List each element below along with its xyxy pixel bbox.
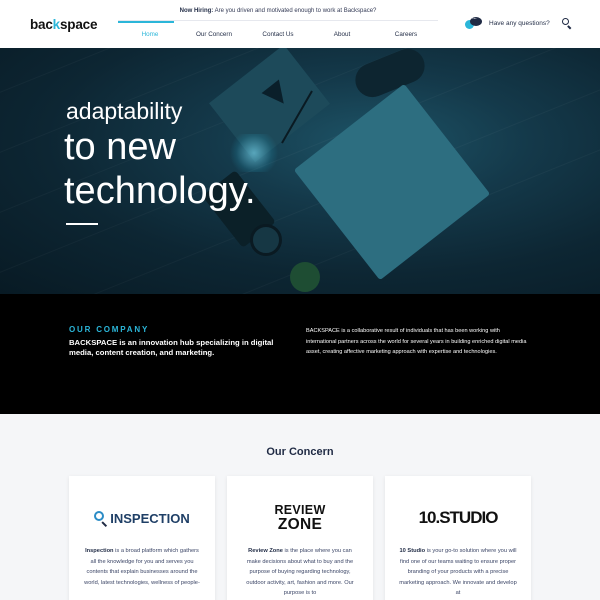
- have-questions-link[interactable]: Have any questions?: [465, 14, 550, 30]
- our-company-section: OUR COMPANY BACKSPACE is an innovation h…: [0, 294, 600, 414]
- main-nav: Home Our Concern Contact Us About Career…: [118, 21, 438, 48]
- hero-banner: adaptability to new technology.: [0, 48, 600, 294]
- concern-title: Our Concern: [266, 446, 334, 458]
- hero-coffee-cup: [250, 224, 282, 256]
- hero-tagline-small: adaptability: [66, 98, 183, 124]
- inspection-description: Inspection is a broad platform which gat…: [83, 546, 201, 588]
- 10-studio-logo-text: 10.STUDIO: [418, 508, 499, 527]
- review-zone-text: is the place where you can make decision…: [246, 548, 354, 597]
- hero-plant: [290, 262, 320, 292]
- 10-studio-logo[interactable]: 10.STUDIO: [385, 502, 531, 534]
- nav-contact-us[interactable]: Contact Us: [246, 21, 310, 48]
- logo-text-left: bac: [30, 17, 53, 32]
- search-icon[interactable]: [562, 18, 572, 30]
- review-zone-logo-line2: ZONE: [277, 515, 323, 533]
- backspace-logo[interactable]: backspace: [30, 17, 97, 32]
- concern-card-inspection[interactable]: INSPECTION Inspection is a broad platfor…: [69, 476, 215, 600]
- concern-card-10-studio[interactable]: 10.STUDIO 10 Studio is your go-to soluti…: [385, 476, 531, 600]
- company-eyebrow: OUR COMPANY: [69, 325, 150, 334]
- nav-about[interactable]: About: [310, 21, 374, 48]
- logo-text-right: space: [59, 17, 98, 32]
- review-zone-description: Review Zone is the place where you can m…: [241, 546, 359, 599]
- 10-studio-name: 10 Studio: [399, 548, 426, 554]
- nav-our-concern[interactable]: Our Concern: [182, 21, 246, 48]
- questions-label: Have any questions?: [489, 20, 550, 27]
- 10-studio-text: is your go-to solution where you will fi…: [399, 548, 517, 597]
- review-zone-logo[interactable]: REVIEW ZONE: [227, 502, 373, 534]
- 10-studio-description: 10 Studio is your go-to solution where y…: [399, 546, 517, 599]
- company-headline: BACKSPACE is an innovation hub specializ…: [69, 338, 274, 357]
- hiring-text: Are you driven and motivated enough to w…: [213, 8, 377, 14]
- hero-tagline-large-1: to new: [64, 126, 176, 168]
- logo-text-accent: k: [52, 17, 61, 32]
- hero-light-glow: [228, 134, 280, 172]
- magnifier-icon: [94, 510, 109, 527]
- inspection-logo-text: INSPECTION: [110, 510, 190, 526]
- review-zone-name: Review Zone: [248, 548, 283, 554]
- company-description: BACKSPACE is a collaborative result of i…: [306, 328, 527, 355]
- concern-card-review-zone[interactable]: REVIEW ZONE Review Zone is the place whe…: [227, 476, 373, 600]
- our-concern-section: Our Concern INSPECTION Inspection is a b…: [0, 414, 600, 600]
- nav-careers[interactable]: Careers: [374, 21, 438, 48]
- hero-laptop: [293, 83, 491, 281]
- hiring-banner[interactable]: Now Hiring: Are you driven and motivated…: [118, 8, 438, 14]
- nav-home[interactable]: Home: [118, 21, 182, 48]
- inspection-name: Inspection: [85, 548, 114, 554]
- inspection-logo[interactable]: INSPECTION: [69, 502, 215, 534]
- hiring-label: Now Hiring:: [179, 8, 214, 14]
- chat-bubbles-icon: [465, 14, 483, 30]
- site-header: backspace Now Hiring: Are you driven and…: [0, 0, 600, 48]
- hero-underline: [66, 223, 98, 225]
- review-zone-logo-line1: REVIEW: [274, 503, 326, 517]
- hero-tagline-large-2: technology.: [64, 170, 256, 212]
